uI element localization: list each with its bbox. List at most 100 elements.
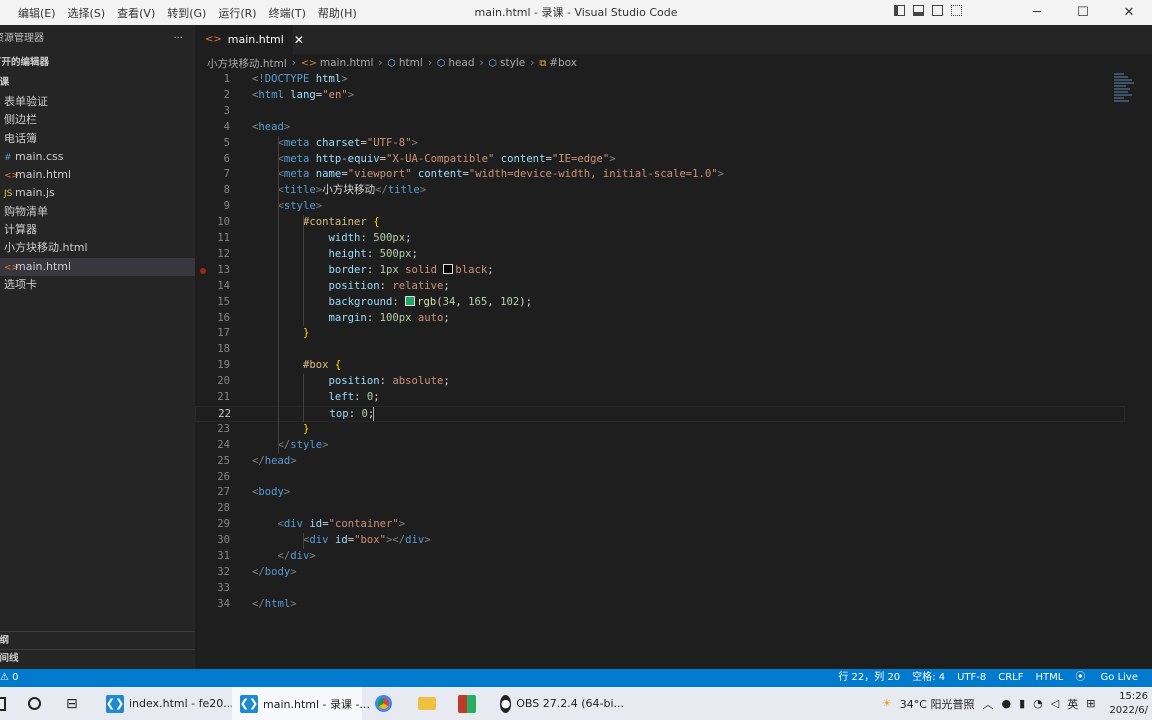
line-number[interactable]: 5 [195, 136, 230, 152]
indentation[interactable]: 空格: 4 [912, 669, 945, 687]
code-line[interactable]: 23 } [195, 422, 1125, 438]
code-line[interactable]: 15 background: rgb(34, 165, 102); [195, 295, 1125, 311]
code-line[interactable]: 5 <meta charset="UTF-8"> [195, 136, 1125, 152]
ime-grid-icon[interactable]: ⊞ [1086, 697, 1095, 710]
code-line[interactable]: 30 <div id="box"></div> [195, 533, 1125, 549]
line-number[interactable]: 28 [195, 501, 230, 517]
tree-item[interactable]: 购物清单 [0, 203, 195, 221]
breadcrumb-head[interactable]: head [448, 57, 474, 69]
code-line[interactable]: 1 <!DOCTYPE html> [195, 72, 1125, 88]
code-line[interactable]: 20 position: absolute; [195, 374, 1125, 390]
code-line[interactable]: 17 } [195, 326, 1125, 342]
network-icon[interactable]: ◔ [1033, 697, 1043, 710]
start-button[interactable] [0, 687, 6, 720]
toggle-sidebar-icon[interactable] [894, 5, 905, 16]
code-line[interactable]: 4 <head> [195, 120, 1125, 136]
menu-run[interactable]: 运行(R) [212, 5, 262, 21]
tree-item[interactable]: <>main.html [0, 166, 195, 184]
line-number[interactable]: 27 [195, 485, 230, 501]
breakpoint-dot[interactable] [200, 267, 206, 274]
taskbar-file-explorer[interactable] [418, 687, 441, 720]
menu-view[interactable]: 查看(V) [111, 5, 161, 21]
maximize-icon[interactable]: ☐ [1060, 0, 1106, 25]
line-number[interactable]: 14 [195, 279, 230, 295]
code-line[interactable]: 13 border: 1px solid black; [195, 263, 1125, 279]
tab-main-html[interactable]: <> main.html ✕ [195, 25, 304, 54]
color-swatch[interactable] [443, 263, 454, 274]
outline-section[interactable]: 大纲 [0, 631, 195, 650]
code-line[interactable]: 12 height: 500px; [195, 247, 1125, 263]
code-line[interactable]: 33 [195, 581, 1125, 597]
toggle-panel-icon[interactable] [913, 5, 924, 16]
menu-selection[interactable]: 选择(S) [62, 5, 112, 21]
close-window-icon[interactable]: ✕ [1106, 0, 1152, 25]
go-live-button[interactable]: ⦿ Go Live [1075, 669, 1150, 687]
line-number[interactable]: 24 [195, 438, 230, 454]
breadcrumb-folder[interactable]: 小方块移动.html [207, 56, 287, 71]
timeline-section[interactable]: 时间线 [0, 649, 195, 668]
taskbar-app[interactable] [458, 687, 481, 720]
code-line[interactable]: 29 <div id="container"> [195, 517, 1125, 533]
tree-item[interactable]: 计算器 [0, 221, 195, 239]
line-number[interactable]: 17 [195, 326, 230, 342]
line-number[interactable]: 1 [195, 72, 230, 88]
code-line[interactable]: 21 left: 0; [195, 390, 1125, 406]
line-number[interactable]: 31 [195, 549, 230, 565]
line-number[interactable]: 32 [195, 565, 230, 581]
task-view-button[interactable]: ⊟ [66, 687, 78, 720]
encoding[interactable]: UTF-8 [957, 669, 986, 687]
code-line[interactable]: 27 <body> [195, 485, 1125, 501]
code-line[interactable]: 26 [195, 470, 1125, 486]
line-number[interactable]: 6 [195, 152, 230, 168]
folder-section[interactable]: 录课 [0, 73, 195, 93]
line-number[interactable]: 4 [195, 120, 230, 136]
ime-indicator[interactable]: 英 [1067, 696, 1078, 712]
code-line[interactable]: 22 top: 0; [195, 405, 1125, 423]
code-line[interactable]: 7 <meta name="viewport" content="width=d… [195, 167, 1125, 183]
line-number[interactable]: 10 [195, 215, 230, 231]
color-swatch[interactable] [405, 295, 416, 306]
toggle-secondary-sidebar-icon[interactable] [932, 5, 943, 16]
breadcrumb-html[interactable]: html [399, 57, 423, 69]
line-ending[interactable]: CRLF [998, 669, 1023, 687]
menu-edit[interactable]: 编辑(E) [0, 5, 62, 21]
tree-item[interactable]: 侧边栏 [0, 111, 195, 129]
open-editors-section[interactable]: 打开的编辑器 [0, 53, 195, 73]
tree-item[interactable]: JS main.js [0, 184, 195, 202]
line-number[interactable]: 23 [195, 422, 230, 438]
taskbar-item-vscode-index[interactable]: ❮❯ index.html - fe20... [100, 687, 234, 720]
code-line[interactable]: 2 <html lang="en"> [195, 88, 1125, 104]
more-actions-icon[interactable]: ··· [173, 25, 183, 53]
problems-indicator[interactable]: ⚠ 0 [0, 672, 19, 683]
line-number[interactable]: 26 [195, 470, 230, 486]
breadcrumb-box[interactable]: #box [549, 57, 577, 69]
customize-layout-icon[interactable] [951, 5, 962, 16]
line-number[interactable]: 7 [195, 167, 230, 183]
code-line[interactable]: 3 [195, 104, 1125, 120]
code-line[interactable]: 6 <meta http-equiv="X-UA-Compatible" con… [195, 152, 1125, 168]
line-number[interactable]: 22 [196, 407, 231, 423]
menu-terminal[interactable]: 终端(T) [263, 5, 312, 21]
code-line[interactable]: 19 #box { [195, 358, 1125, 374]
search-button[interactable] [28, 687, 41, 720]
line-number[interactable]: 30 [195, 533, 230, 549]
chevron-up-icon[interactable]: ︿ [982, 696, 993, 712]
weather-icon[interactable]: ☀ [882, 697, 892, 710]
code-line[interactable]: 34 </html> [195, 597, 1125, 613]
tree-item[interactable]: 选项卡 [0, 276, 195, 294]
close-icon[interactable]: ✕ [294, 33, 304, 47]
line-number[interactable]: 2 [195, 88, 230, 104]
code-line[interactable]: 10 #container { [195, 215, 1125, 231]
tree-item[interactable]: 电话簿 [0, 130, 195, 148]
menu-help[interactable]: 帮助(H) [312, 5, 363, 21]
clock[interactable]: 15:26 2022/6/ [1109, 690, 1148, 718]
minimap[interactable] [1114, 72, 1138, 132]
code-line[interactable]: 8 <title>小方块移动</title> [195, 183, 1125, 199]
line-number[interactable]: 12 [195, 247, 230, 263]
code-line[interactable]: 31 </div> [195, 549, 1125, 565]
code-line[interactable]: 24 </style> [195, 438, 1125, 454]
code-line[interactable]: 14 position: relative; [195, 279, 1125, 295]
code-line[interactable]: 28 [195, 501, 1125, 517]
line-number[interactable]: 3 [195, 104, 230, 120]
language-mode[interactable]: HTML [1036, 669, 1064, 687]
